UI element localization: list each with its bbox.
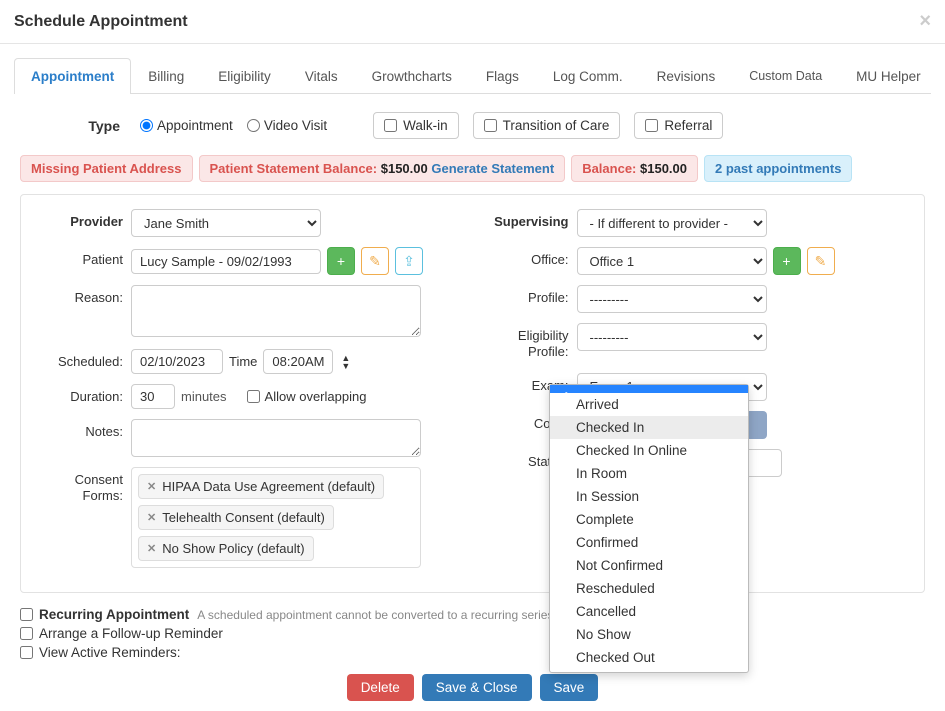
plus-icon: + [782, 253, 790, 269]
tab-vitals[interactable]: Vitals [288, 58, 355, 94]
tab-customdata[interactable]: Custom Data [732, 58, 839, 94]
duration-label: Duration: [37, 384, 123, 404]
save-button[interactable]: Save [540, 674, 599, 701]
consent-forms-box[interactable]: ✕HIPAA Data Use Agreement (default) ✕Tel… [131, 467, 421, 568]
office-label: Office: [483, 247, 569, 267]
eligibility-profile-label: Eligibility Profile: [483, 323, 569, 361]
status-option[interactable]: Cancelled [550, 600, 748, 623]
patient-field[interactable] [131, 249, 321, 274]
tab-billing[interactable]: Billing [131, 58, 201, 94]
duration-unit: minutes [181, 389, 227, 404]
tab-logcomm[interactable]: Log Comm. [536, 58, 640, 94]
profile-label: Profile: [483, 285, 569, 305]
consent-label: Consent Forms: [37, 467, 123, 505]
duration-input[interactable] [131, 384, 175, 409]
check-transition[interactable]: Transition of Care [473, 112, 621, 139]
add-patient-button[interactable]: + [327, 247, 355, 275]
alert-missing-address: Missing Patient Address [20, 155, 193, 182]
reason-label: Reason: [37, 285, 123, 305]
scheduled-time-input[interactable] [263, 349, 333, 374]
check-followup[interactable]: Arrange a Follow-up Reminder [20, 626, 925, 641]
notes-textarea[interactable] [131, 419, 421, 457]
status-option[interactable]: No Show [550, 623, 748, 646]
check-referral[interactable]: Referral [634, 112, 723, 139]
pencil-icon: ✎ [369, 253, 381, 270]
supervising-label: Supervising [494, 214, 568, 229]
scheduled-date-input[interactable] [131, 349, 223, 374]
tab-appointment[interactable]: Appointment [14, 58, 131, 94]
share-icon: ⇪ [403, 253, 415, 270]
status-option[interactable]: Complete [550, 508, 748, 531]
tab-growthcharts[interactable]: Growthcharts [355, 58, 469, 94]
delete-button[interactable]: Delete [347, 674, 414, 701]
tab-muhelper[interactable]: MU Helper [839, 58, 938, 94]
edit-patient-button[interactable]: ✎ [361, 247, 389, 275]
time-stepper[interactable]: ▲▼ [341, 354, 350, 370]
eligibility-profile-select[interactable]: --------- [577, 323, 767, 351]
remove-icon[interactable]: ✕ [147, 542, 156, 555]
consent-tag: ✕HIPAA Data Use Agreement (default) [138, 474, 384, 499]
status-option-blank[interactable] [550, 385, 748, 393]
tab-eligibility[interactable]: Eligibility [201, 58, 288, 94]
consent-tag: ✕Telehealth Consent (default) [138, 505, 334, 530]
share-patient-button[interactable]: ⇪ [395, 247, 423, 275]
edit-office-button[interactable]: ✎ [807, 247, 835, 275]
status-option[interactable]: Confirmed [550, 531, 748, 554]
check-walkin[interactable]: Walk-in [373, 112, 459, 139]
alert-balance: Balance: $150.00 [571, 155, 698, 182]
profile-select[interactable]: --------- [577, 285, 767, 313]
status-option[interactable]: Not Confirmed [550, 554, 748, 577]
status-option[interactable]: Arrived [550, 393, 748, 416]
radio-appointment[interactable]: Appointment [140, 118, 233, 133]
save-close-button[interactable]: Save & Close [422, 674, 532, 701]
status-option[interactable]: Checked In Online [550, 439, 748, 462]
status-option[interactable]: In Session [550, 485, 748, 508]
patient-label: Patient [37, 247, 123, 267]
status-option[interactable]: Checked Out [550, 646, 748, 669]
check-allow-overlapping[interactable]: Allow overlapping [247, 389, 367, 404]
alert-past-appointments[interactable]: 2 past appointments [704, 155, 852, 182]
link-generate-statement[interactable]: Generate Statement [431, 161, 554, 176]
remove-icon[interactable]: ✕ [147, 511, 156, 524]
notes-label: Notes: [37, 419, 123, 439]
status-option[interactable]: Rescheduled [550, 577, 748, 600]
reason-textarea[interactable] [131, 285, 421, 337]
radio-video-visit[interactable]: Video Visit [247, 118, 327, 133]
type-label: Type [20, 118, 120, 134]
consent-tag: ✕No Show Policy (default) [138, 536, 314, 561]
time-label: Time [229, 354, 257, 369]
tab-flags[interactable]: Flags [469, 58, 536, 94]
check-recurring[interactable]: Recurring Appointment A scheduled appoin… [20, 607, 925, 622]
office-select[interactable]: Office 1 [577, 247, 767, 275]
check-active-reminders[interactable]: View Active Reminders: [20, 645, 925, 660]
alert-statement-balance: Patient Statement Balance: $150.00 Gener… [199, 155, 566, 182]
tabs: Appointment Billing Eligibility Vitals G… [14, 58, 931, 94]
add-office-button[interactable]: + [773, 247, 801, 275]
provider-label: Provider [70, 214, 123, 229]
supervising-select[interactable]: - If different to provider - [577, 209, 767, 237]
tab-revisions[interactable]: Revisions [640, 58, 733, 94]
scheduled-label: Scheduled: [37, 349, 123, 369]
provider-select[interactable]: Jane Smith [131, 209, 321, 237]
status-option[interactable]: In Room [550, 462, 748, 485]
remove-icon[interactable]: ✕ [147, 480, 156, 493]
status-option[interactable]: Checked In [550, 416, 748, 439]
status-dropdown: Arrived Checked In Checked In Online In … [549, 384, 749, 673]
page-title: Schedule Appointment [14, 13, 188, 31]
close-icon[interactable]: × [919, 10, 931, 33]
plus-icon: + [337, 253, 345, 269]
pencil-icon: ✎ [815, 253, 827, 270]
